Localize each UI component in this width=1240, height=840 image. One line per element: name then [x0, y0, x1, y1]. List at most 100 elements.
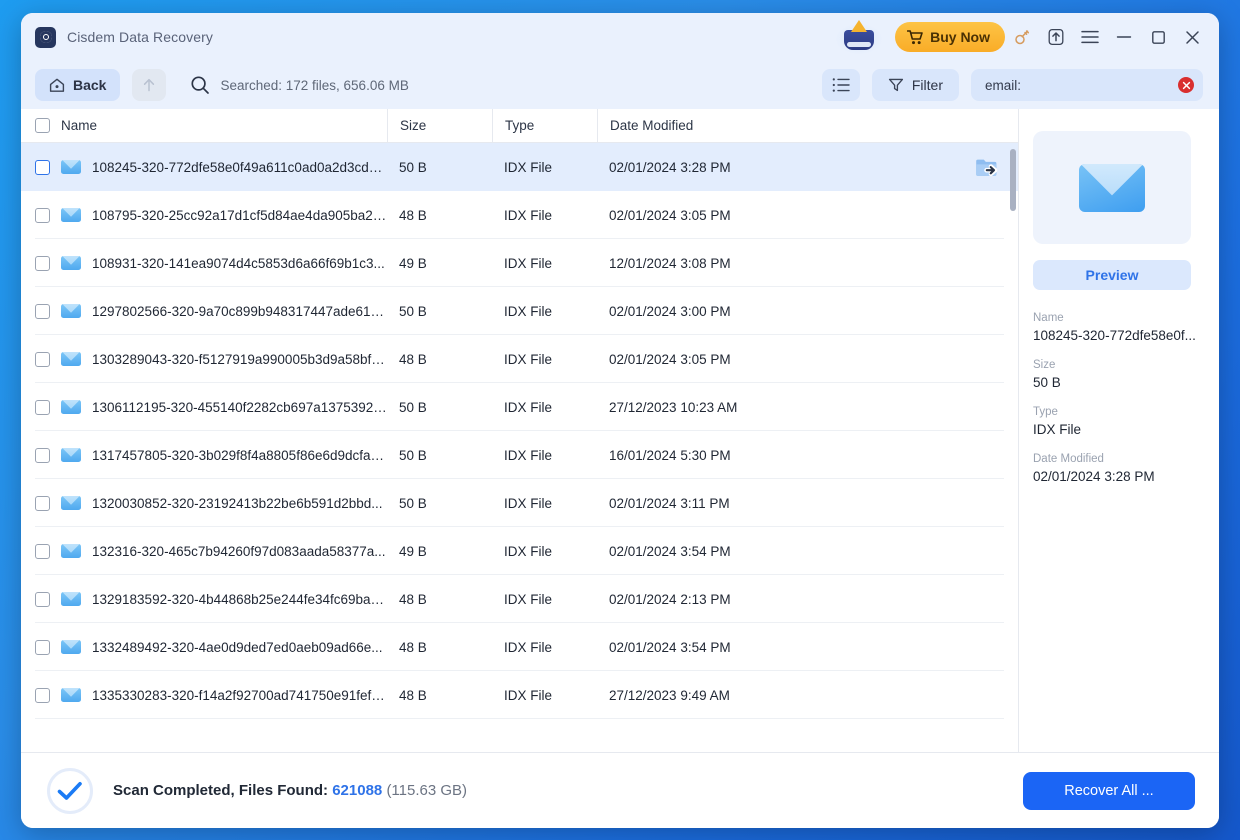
mail-icon [61, 160, 81, 174]
list-view-button[interactable] [821, 69, 860, 101]
filter-button[interactable]: Filter [871, 69, 959, 101]
metadata-value: 50 B [1033, 375, 1061, 390]
file-metadata: Name 108245-320-772dfe58e0f... Size 50 B Typ… [1033, 312, 1197, 484]
row-checkbox[interactable] [35, 159, 50, 175]
clear-search-button[interactable] [1178, 77, 1194, 93]
metadata-label: Name [1033, 312, 1064, 324]
cell-date-modified: 02/01/2024 2:13 PM [609, 591, 731, 607]
file-name: 1306112195-320-455140f2282cb697a13753923… [92, 399, 387, 415]
maximize-icon [1151, 30, 1165, 44]
row-checkbox[interactable] [35, 687, 50, 703]
file-thumbnail [1033, 131, 1191, 244]
cell-size: 50 B [399, 399, 427, 415]
go-up-button[interactable] [132, 69, 167, 101]
cell-name: 1335330283-320-f14a2f92700ad741750e91fef… [35, 687, 387, 703]
reveal-in-folder-button[interactable] [974, 155, 1000, 179]
row-checkbox[interactable] [35, 495, 50, 511]
search-status: Searched: 172 files, 656.06 MB [190, 75, 409, 95]
cell-size: 50 B [399, 447, 427, 463]
table-row[interactable]: 1335330283-320-f14a2f92700ad741750e91fef… [21, 671, 1018, 719]
mail-icon [61, 208, 81, 222]
home-icon [49, 78, 65, 92]
column-label-name: Name [61, 118, 98, 133]
arrow-up-icon [144, 78, 155, 92]
table-row[interactable]: 1320030852-320-23192413b22be6b591d2bbd..… [21, 479, 1018, 527]
folder-arrow-icon [976, 159, 998, 176]
row-checkbox[interactable] [35, 303, 50, 319]
cell-size: 50 B [399, 159, 427, 175]
table-row[interactable]: 132316-320-465c7b94260f97d083aada58377a.… [21, 527, 1018, 575]
files-found-size: (115.63 GB) [386, 782, 468, 799]
cell-date-modified: 02/01/2024 3:11 PM [609, 495, 730, 511]
hamburger-menu-button[interactable] [1073, 20, 1107, 54]
mail-icon [61, 640, 81, 654]
cell-size: 48 B [399, 687, 427, 703]
filter-label: Filter [911, 77, 943, 93]
upload-icon [1048, 28, 1064, 46]
table-row[interactable]: 108931-320-141ea9074d4c5853d6a66f69b1c3.… [21, 239, 1018, 287]
back-button[interactable]: Back [35, 69, 121, 101]
row-checkbox[interactable] [35, 207, 50, 223]
cell-name: 1303289043-320-f5127919a990005b3d9a58bf9… [35, 351, 387, 367]
vip-crown-icon[interactable] [833, 18, 885, 56]
table-header: Name Size Type Date Modified [21, 109, 1018, 143]
minimize-button[interactable] [1107, 20, 1141, 54]
column-header-type[interactable]: Type [492, 109, 597, 142]
mail-icon [61, 544, 81, 558]
preview-button[interactable]: Preview [1033, 260, 1191, 290]
close-icon [1182, 81, 1190, 89]
metadata-label: Size [1033, 359, 1056, 371]
cell-name: 1320030852-320-23192413b22be6b591d2bbd..… [35, 495, 387, 511]
upload-icon-button[interactable] [1039, 20, 1073, 54]
scrollbar-thumb[interactable] [1010, 149, 1016, 211]
key-icon-button[interactable] [1005, 20, 1039, 54]
row-checkbox[interactable] [35, 639, 50, 655]
cell-type: IDX File [504, 639, 553, 655]
close-button[interactable] [1175, 20, 1209, 54]
cell-date-modified: 27/12/2023 9:49 AM [609, 687, 730, 703]
buy-now-button[interactable]: Buy Now [895, 22, 1005, 52]
cell-type: IDX File [504, 207, 553, 223]
table-row[interactable]: 1297802566-320-9a70c899b948317447ade61a.… [21, 287, 1018, 335]
row-checkbox[interactable] [35, 255, 50, 271]
row-checkbox[interactable] [35, 447, 50, 463]
mail-icon [61, 256, 81, 270]
column-header-date-modified[interactable]: Date Modified [597, 109, 1018, 142]
maximize-button[interactable] [1141, 20, 1175, 54]
row-checkbox[interactable] [35, 399, 50, 415]
row-checkbox[interactable] [35, 351, 50, 367]
row-checkbox[interactable] [35, 543, 50, 559]
filter-icon [888, 78, 903, 92]
table-row[interactable]: 108795-320-25cc92a17d1cf5d84ae4da905ba28… [21, 191, 1018, 239]
table-row[interactable]: 108245-320-772dfe58e0f49a611c0ad0a2d3cd3… [21, 143, 1018, 191]
table-row[interactable]: 1317457805-320-3b029f8f4a8805f86e6d9dcfa… [21, 431, 1018, 479]
scan-status-text: Scan Completed, Files Found: 621088 (115… [113, 782, 467, 799]
table-row[interactable]: 1329183592-320-4b44868b25e244fe34fc69bae… [21, 575, 1018, 623]
cell-type: IDX File [504, 591, 553, 607]
cell-name: 108795-320-25cc92a17d1cf5d84ae4da905ba28… [35, 207, 387, 223]
close-icon [1185, 30, 1199, 44]
metadata-value: 02/01/2024 3:28 PM [1033, 469, 1155, 484]
file-name: 1329183592-320-4b44868b25e244fe34fc69bae… [92, 591, 387, 607]
table-row[interactable]: 1332489492-320-4ae0d9ded7ed0aeb09ad66e..… [21, 623, 1018, 671]
column-header-name[interactable]: Name [35, 118, 387, 133]
table-row[interactable]: 1303289043-320-f5127919a990005b3d9a58bf9… [21, 335, 1018, 383]
cell-date-modified: 12/01/2024 3:08 PM [609, 255, 731, 271]
cell-date-modified: 02/01/2024 3:05 PM [609, 207, 731, 223]
cell-size: 49 B [399, 255, 427, 271]
row-checkbox[interactable] [35, 591, 50, 607]
cell-name: 1332489492-320-4ae0d9ded7ed0aeb09ad66e..… [35, 639, 387, 655]
file-name: 108931-320-141ea9074d4c5853d6a66f69b1c3.… [92, 255, 385, 271]
recover-all-button[interactable]: Recover All ... [1023, 771, 1195, 810]
cell-type: IDX File [504, 351, 553, 367]
cell-size: 48 B [399, 591, 427, 607]
cell-name: 132316-320-465c7b94260f97d083aada58377a.… [35, 543, 387, 559]
column-header-size[interactable]: Size [387, 109, 492, 142]
cell-date-modified: 02/01/2024 3:54 PM [609, 639, 731, 655]
select-all-checkbox[interactable] [35, 118, 50, 133]
table-row[interactable]: 1306112195-320-455140f2282cb697a13753923… [21, 383, 1018, 431]
title-bar: Cisdem Data Recovery Buy Now [21, 13, 1219, 61]
cell-size: 48 B [399, 351, 427, 367]
vip-crown-shape [844, 30, 875, 50]
search-input[interactable] [971, 69, 1203, 101]
